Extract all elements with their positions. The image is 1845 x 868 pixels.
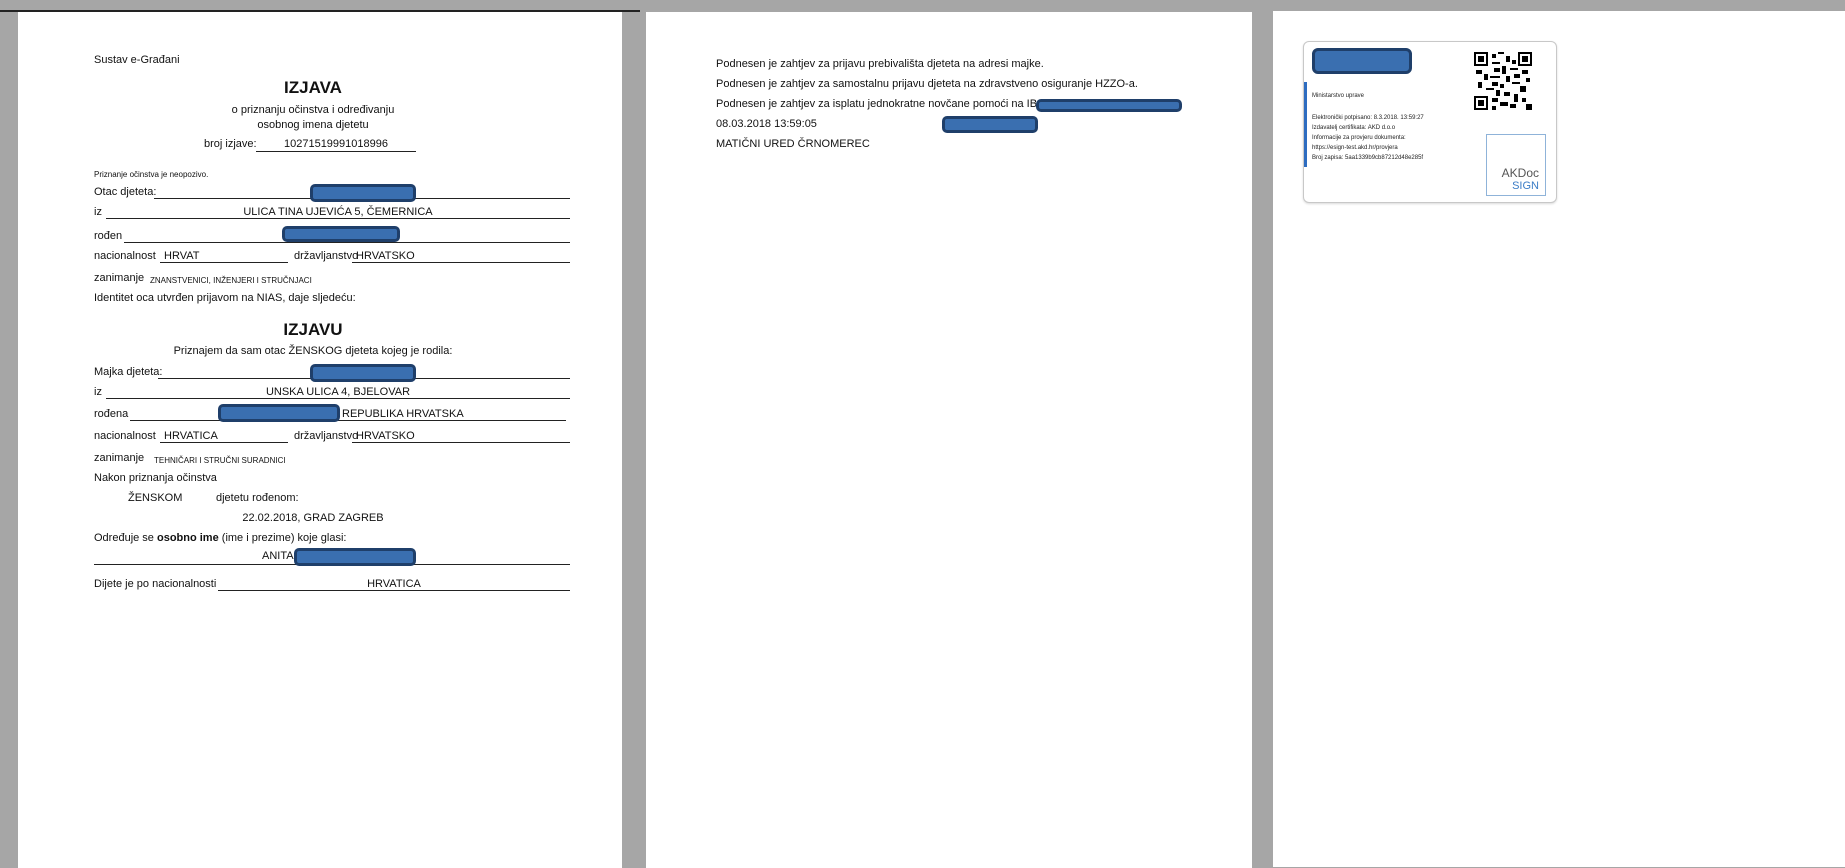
page-title: IZJAVA (284, 78, 342, 97)
nac-label-2: nacionalnost (94, 430, 156, 442)
stamp-info: Informacije za provjeru dokumenta: (1312, 135, 1406, 141)
rodjen-label: rođen (94, 230, 123, 242)
broj-label: broj izjave: (204, 138, 257, 150)
majka-zan: TEHNIČARI I STRUČNI SURADNICI (154, 456, 286, 465)
djetetu-text: djetetu rođenom: (216, 492, 299, 504)
subtitle-line-1: o priznanju očinstva i određivanju (231, 104, 395, 116)
redaction-timestamp-extra (942, 116, 1038, 133)
spol-value: ŽENSKOM (128, 492, 183, 504)
nac-label: nacionalnost (94, 250, 156, 262)
logo-text-top: AKDoc (1501, 166, 1539, 180)
datum-mjesto: 22.02.2018, GRAD ZAGREB (242, 512, 384, 524)
nakon-text: Nakon priznanja očinstva (94, 472, 217, 484)
otac-label: Otac djeteta: (94, 186, 157, 198)
office-name: MATIČNI URED ČRNOMEREC (716, 138, 870, 150)
logo-text-bottom: SIGN (1512, 180, 1539, 192)
document-page-2: Podnesen je zahtjev za prijavu prebivali… (646, 12, 1252, 868)
otac-zan: ZNANSTVENICI, INŽENJERI I STRUČNJACI (150, 276, 312, 285)
drz-label: državljanstvo (294, 250, 359, 262)
section-title: IZJAVU (283, 320, 343, 339)
request-line-2: Podnesen je zahtjev za samostalnu prijav… (716, 78, 1138, 90)
redaction-otac-birth (282, 226, 400, 242)
accent-bar (1304, 82, 1307, 167)
stamp-signed: Elektronički potpisano: 8.3.2018. 13:59:… (1312, 115, 1424, 121)
redaction-signer (1312, 48, 1412, 74)
redaction-majka-name (310, 364, 416, 382)
iz-label-2: iz (94, 386, 102, 398)
child-first-name: ANITA (262, 550, 294, 562)
dijete-nac-label: Dijete je po nacionalnosti (94, 578, 217, 590)
stamp-ministry: Ministarstvo uprave (1312, 93, 1365, 99)
document-page-1: Sustav e-Građani IZJAVA o priznanju očin… (18, 12, 622, 868)
stamp-record: Broj zapisa: 5aa1339b9cb87212d48e285f (1312, 155, 1424, 161)
redaction-otac-name (310, 184, 416, 202)
rodjena-label: rođena (94, 408, 129, 420)
majka-label: Majka djeteta: (94, 366, 163, 378)
timestamp: 08.03.2018 13:59:05 (716, 118, 817, 130)
zan-label: zanimanje (94, 272, 145, 284)
redaction-majka-birth (218, 404, 340, 422)
irrevocable-note: Priznanje očinstva je neopozivo. (94, 170, 209, 179)
akdoc-sign-logo: AKDoc SIGN (1486, 134, 1546, 196)
subtitle-line-2: osobnog imena djetetu (257, 119, 369, 131)
iz-label: iz (94, 206, 102, 218)
e-signature-stamp: Ministarstvo uprave Elektronički potpisa… (1303, 41, 1557, 203)
document-page-3: Ministarstvo uprave Elektronički potpisa… (1273, 11, 1845, 867)
request-line-1: Podnesen je zahtjev za prijavu prebivali… (716, 58, 1044, 70)
majka-rodjena-place: REPUBLIKA HRVATSKA (342, 408, 464, 420)
redaction-child-surname (294, 548, 416, 566)
drz-label-2: državljanstvo (294, 430, 359, 442)
redaction-iban (1036, 99, 1182, 112)
stamp-issuer: Izdavatelj certifikata: AKD d.o.o (1312, 125, 1396, 131)
system-name: Sustav e-Građani (94, 54, 180, 66)
request-line-3: Podnesen je zahtjev za isplatu jednokrat… (716, 98, 1064, 110)
zan-label-2: zanimanje (94, 452, 145, 464)
qr-code-icon (1474, 52, 1532, 110)
identity-text: Identitet oca utvrđen prijavom na NIAS, … (94, 292, 356, 304)
priznajem-text: Priznajem da sam otac ŽENSKOG djeteta ko… (173, 345, 453, 357)
stamp-url: https://esign-test.akd.hr/provjera (1312, 145, 1398, 151)
broj-value: 10271519991018996 (283, 138, 388, 150)
odredjuje-text: Određuje se osobno ime (ime i prezime) k… (94, 532, 347, 544)
